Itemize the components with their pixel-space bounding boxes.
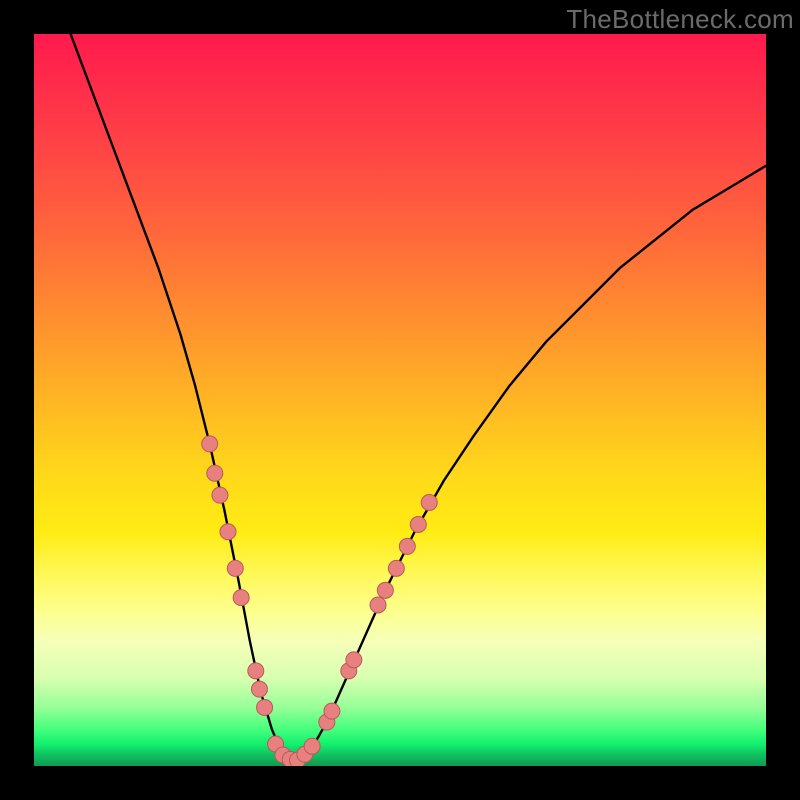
curve-point bbox=[421, 494, 437, 510]
curve-point bbox=[207, 465, 223, 481]
curve-point bbox=[410, 516, 426, 532]
plot-area bbox=[34, 34, 766, 766]
curve-point bbox=[202, 436, 218, 452]
curve-point bbox=[324, 703, 340, 719]
curve-point bbox=[233, 590, 249, 606]
curve-point bbox=[212, 487, 228, 503]
curve-point bbox=[248, 663, 264, 679]
watermark-text: TheBottleneck.com bbox=[566, 4, 794, 35]
chart-frame: TheBottleneck.com bbox=[0, 0, 800, 800]
curve-point bbox=[227, 560, 243, 576]
curve-point bbox=[346, 652, 362, 668]
curve-point bbox=[304, 738, 320, 754]
chart-svg bbox=[34, 34, 766, 766]
curve-point bbox=[388, 560, 404, 576]
curve-point bbox=[377, 582, 393, 598]
curve-point bbox=[251, 681, 267, 697]
curve-point bbox=[399, 538, 415, 554]
curve-point bbox=[370, 597, 386, 613]
curve-point bbox=[257, 699, 273, 715]
bottleneck-curve bbox=[71, 34, 766, 760]
curve-point bbox=[220, 524, 236, 540]
